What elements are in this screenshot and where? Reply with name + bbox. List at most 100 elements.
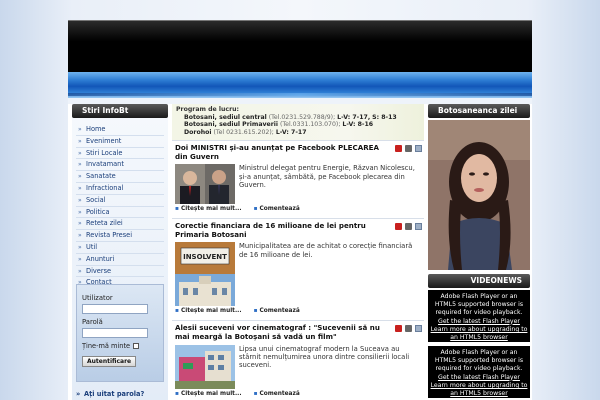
flash-line: required for video playback. <box>435 309 523 317</box>
login-button[interactable]: Autentificare <box>82 356 137 367</box>
program-location: Dorohoi <box>184 128 212 136</box>
flash-line: Adobe Flash Player or an <box>440 349 518 356</box>
woman-portrait <box>428 120 530 270</box>
program-hours: L-V: 7-17, <box>337 113 371 121</box>
nav-block-title: Stiri InfoBt <box>72 104 168 118</box>
article-tools <box>395 145 422 152</box>
featured-photo[interactable] <box>428 120 530 270</box>
video-player[interactable]: Adobe Flash Player or an HTML5 supported… <box>428 290 530 342</box>
program-tel: (Tel.0331.103.070); <box>280 121 341 129</box>
left-sidebar: Stiri InfoBt Home Eveniment Stiri Locale… <box>72 104 168 400</box>
read-more-link[interactable]: Citește mai mult... <box>175 206 242 212</box>
remember-me: Ține-mă minte <box>82 342 158 350</box>
email-icon[interactable] <box>415 145 422 152</box>
program-hours: L-V: 7-17 <box>275 128 307 136</box>
article-body: Ministrul delegat pentru Energie, Răzvan… <box>175 164 421 205</box>
read-more-link[interactable]: Citește mai mult... <box>175 391 242 397</box>
program-row: Botosani, sediul Primaverii (Tel.0331.10… <box>176 121 420 129</box>
nav-item-stiri-locale[interactable]: Stiri Locale <box>76 148 164 160</box>
program-tel: (Tel.0231.529.788/9); <box>268 113 336 121</box>
program-tel: (Tel 0231.615.202); <box>213 128 274 136</box>
login-form: Utilizator Parolă Ține-mă minte Autentif… <box>76 284 164 382</box>
nav-item-reteta-zilei[interactable]: Reteta zilei <box>76 218 164 231</box>
nav-item-diverse[interactable]: Diverse <box>76 266 164 278</box>
program-hours: L-V: 8-16 <box>342 121 374 129</box>
nav-item-anunturi[interactable]: Anunturi <box>76 254 164 266</box>
username-label: Utilizator <box>82 294 113 302</box>
comment-link[interactable]: Comentează <box>254 391 300 397</box>
print-icon[interactable] <box>405 223 412 231</box>
remember-label: Ține-mă minte <box>82 342 131 350</box>
nav-item-eveniment[interactable]: Eveniment <box>76 136 164 148</box>
nav-item-invatamant[interactable]: Invatamant <box>76 159 164 172</box>
article-tools <box>395 325 422 333</box>
nav-item-revista-presei[interactable]: Revista Presei <box>76 230 164 242</box>
article-thumbnail[interactable] <box>175 164 235 205</box>
pdf-icon[interactable] <box>395 145 402 152</box>
article-item: Alesii suceveni vor cinematograf : "Suce… <box>172 320 424 398</box>
print-icon[interactable] <box>405 325 412 333</box>
nav-item-util[interactable]: Util <box>76 242 164 254</box>
nav-item-infractional[interactable]: Infractional <box>76 183 164 195</box>
flash-player-link[interactable]: Get the latest Flash Player <box>430 374 528 382</box>
flash-line: HTML5 supported browser is <box>434 357 524 365</box>
article-title[interactable]: Corectie financiara de 16 milioane de le… <box>175 221 421 239</box>
article-body: INSOLVENT Municipalitatea are de achitat… <box>175 242 421 307</box>
article-excerpt: Municipalitatea are de achitat o corecți… <box>239 242 413 259</box>
article-body: Lipsa unui cinematograf modern la Suceav… <box>175 344 421 389</box>
photo-block-title: Botosaneanca zilei <box>428 104 530 118</box>
article-excerpt: Lipsa unui cinematograf modern la Suceav… <box>239 344 410 370</box>
pdf-icon[interactable] <box>395 325 402 333</box>
program-row: Botosani, sediul central (Tel.0231.529.7… <box>176 114 420 122</box>
remember-checkbox[interactable] <box>133 343 140 349</box>
article-footer: Citește mai mult... Comentează <box>175 391 421 399</box>
flash-line: required for video playback. <box>435 365 523 373</box>
email-icon[interactable] <box>415 325 422 333</box>
cinema-building-photo <box>175 344 235 389</box>
insolvent-sign-text: INSOLVENT <box>183 253 227 261</box>
forgot-password-link[interactable]: Ați uitat parola? <box>76 390 144 398</box>
program-row: Dorohoi (Tel 0231.615.202); L-V: 7-17 <box>176 129 420 137</box>
html5-upgrade-link-2[interactable]: an HTML5 browser <box>430 390 528 398</box>
password-input[interactable] <box>82 328 148 338</box>
article-tools <box>395 223 422 231</box>
pdf-icon[interactable] <box>395 223 402 231</box>
article-title[interactable]: Doi MINISTRI și-au anunțat pe Facebook P… <box>175 143 421 161</box>
video-player[interactable]: Adobe Flash Player or an HTML5 supported… <box>428 346 530 398</box>
program-extra: S: 8-13 <box>372 113 397 121</box>
flash-player-link[interactable]: Get the latest Flash Player <box>430 318 528 326</box>
read-more-link[interactable]: Citește mai mult... <box>175 308 242 314</box>
program-box: Program de lucru: Botosani, sediul centr… <box>172 104 424 140</box>
main-content: Program de lucru: Botosani, sediul centr… <box>172 104 424 400</box>
site-header <box>68 20 532 72</box>
video-block-title: VIDEONEWS <box>428 274 530 288</box>
print-icon[interactable] <box>405 145 412 152</box>
article-thumbnail[interactable] <box>175 344 235 389</box>
nav-item-sanatate[interactable]: Sanatate <box>76 171 164 183</box>
ministers-photo <box>175 164 235 205</box>
article-item: Doi MINISTRI și-au anunțat pe Facebook P… <box>172 140 424 214</box>
flash-line: Adobe Flash Player or an <box>440 293 518 300</box>
article-excerpt: Ministrul delegat pentru Energie, Răzvan… <box>239 164 415 189</box>
comment-link[interactable]: Comentează <box>254 206 300 212</box>
article-title[interactable]: Alesii suceveni vor cinematograf : "Suce… <box>175 324 421 341</box>
comment-link[interactable]: Comentează <box>254 308 300 314</box>
insolvent-photo: INSOLVENT <box>175 242 235 307</box>
nav-item-politica[interactable]: Politica <box>76 207 164 219</box>
article-footer: Citește mai mult... Comentează <box>175 308 421 316</box>
nav-item-home[interactable]: Home <box>76 124 164 136</box>
program-title: Program de lucru: <box>176 106 239 113</box>
article-thumbnail[interactable]: INSOLVENT <box>175 242 235 307</box>
article-footer: Citește mai mult... Comentează <box>175 206 421 214</box>
nav-item-social[interactable]: Social <box>76 195 164 207</box>
right-sidebar: Botosaneanca zilei VIDEONEWS Adobe Flash… <box>428 104 530 400</box>
main-nav: Home Eveniment Stiri Locale Invatamant S… <box>72 124 168 293</box>
html5-upgrade-link[interactable]: Learn more about upgrading to <box>430 382 528 390</box>
article-item: Corectie financiara de 16 milioane de le… <box>172 218 424 316</box>
program-location: Botosani, sediul Primaverii <box>184 121 279 129</box>
html5-upgrade-link-2[interactable]: an HTML5 browser <box>430 334 528 342</box>
email-icon[interactable] <box>415 223 422 231</box>
username-input[interactable] <box>82 304 148 314</box>
html5-upgrade-link[interactable]: Learn more about upgrading to <box>430 326 528 334</box>
password-label: Parolă <box>82 318 103 326</box>
